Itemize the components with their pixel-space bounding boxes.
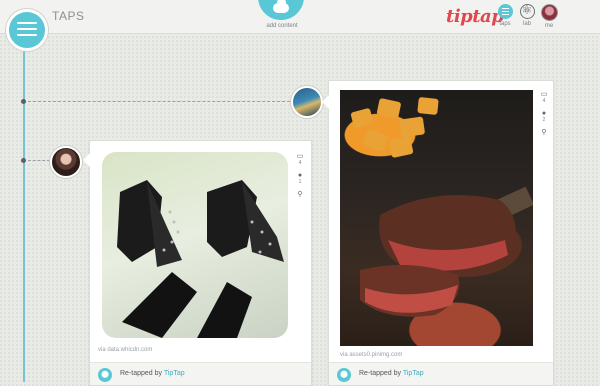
nav-me[interactable]: me — [538, 4, 560, 29]
tap-count: 4 — [542, 98, 546, 104]
list-icon — [497, 4, 513, 19]
tap-count: 4 — [298, 160, 302, 166]
page-title: TAPS — [52, 9, 85, 23]
tiptap-avatar[interactable] — [98, 368, 112, 382]
menu-button[interactable] — [6, 9, 48, 51]
timeline-dot — [21, 99, 26, 104]
atom-icon — [519, 3, 535, 19]
nav-me-label: me — [544, 23, 554, 29]
comment-count: 1 — [298, 179, 302, 185]
tap-card[interactable]: ▭ 4 ● 2 ⚲ via assets0.pinimg.com Re-tapp… — [322, 80, 554, 386]
card-stats: ▭ 4 ● 1 ⚲ — [294, 153, 306, 198]
nav-taps-label: taps — [499, 21, 511, 27]
retapped-by: Re-tapped by TipTap — [359, 370, 424, 377]
timeline-line — [23, 40, 25, 382]
tiptap-avatar[interactable] — [337, 368, 351, 382]
cloud-upload-icon — [273, 0, 289, 13]
card-source[interactable]: via assets0.pinimg.com — [340, 352, 402, 358]
hamburger-icon — [17, 22, 37, 24]
card-image[interactable] — [340, 90, 533, 346]
card-image[interactable] — [102, 152, 288, 338]
comment-icon[interactable]: ● — [294, 172, 306, 179]
tap-card[interactable]: ▭ 4 ● 1 ⚲ via data.whicdn.com Re-tapped … — [83, 140, 312, 386]
tap-icon[interactable]: ▭ — [538, 91, 550, 98]
zoom-icon[interactable]: ⚲ — [294, 191, 306, 198]
tap-icon[interactable]: ▭ — [294, 153, 306, 160]
add-content-label: add content — [266, 23, 298, 29]
card-stats: ▭ 4 ● 2 ⚲ — [538, 91, 550, 136]
retapped-user-link[interactable]: TipTap — [164, 370, 185, 377]
boots-image — [117, 180, 284, 338]
timeline-connector — [28, 160, 50, 161]
steak-image — [350, 97, 533, 317]
add-content-button[interactable] — [258, 0, 304, 20]
comment-count: 2 — [542, 117, 546, 123]
avatar-icon — [540, 4, 558, 21]
retapped-by: Re-tapped by TipTap — [120, 370, 185, 377]
comment-icon[interactable]: ● — [538, 110, 550, 117]
zoom-icon[interactable]: ⚲ — [538, 129, 550, 136]
user-avatar[interactable] — [291, 86, 323, 118]
nav-taps[interactable]: taps — [494, 4, 516, 27]
nav-lab[interactable]: lab — [516, 3, 538, 27]
card-source[interactable]: via data.whicdn.com — [98, 347, 152, 353]
retapped-user-link[interactable]: TipTap — [403, 370, 424, 377]
timeline-dot — [21, 158, 26, 163]
timeline-connector — [28, 101, 290, 102]
top-bar: TAPS add content tiptap taps lab me — [0, 0, 600, 34]
user-avatar[interactable] — [50, 146, 82, 178]
nav-lab-label: lab — [522, 21, 531, 27]
